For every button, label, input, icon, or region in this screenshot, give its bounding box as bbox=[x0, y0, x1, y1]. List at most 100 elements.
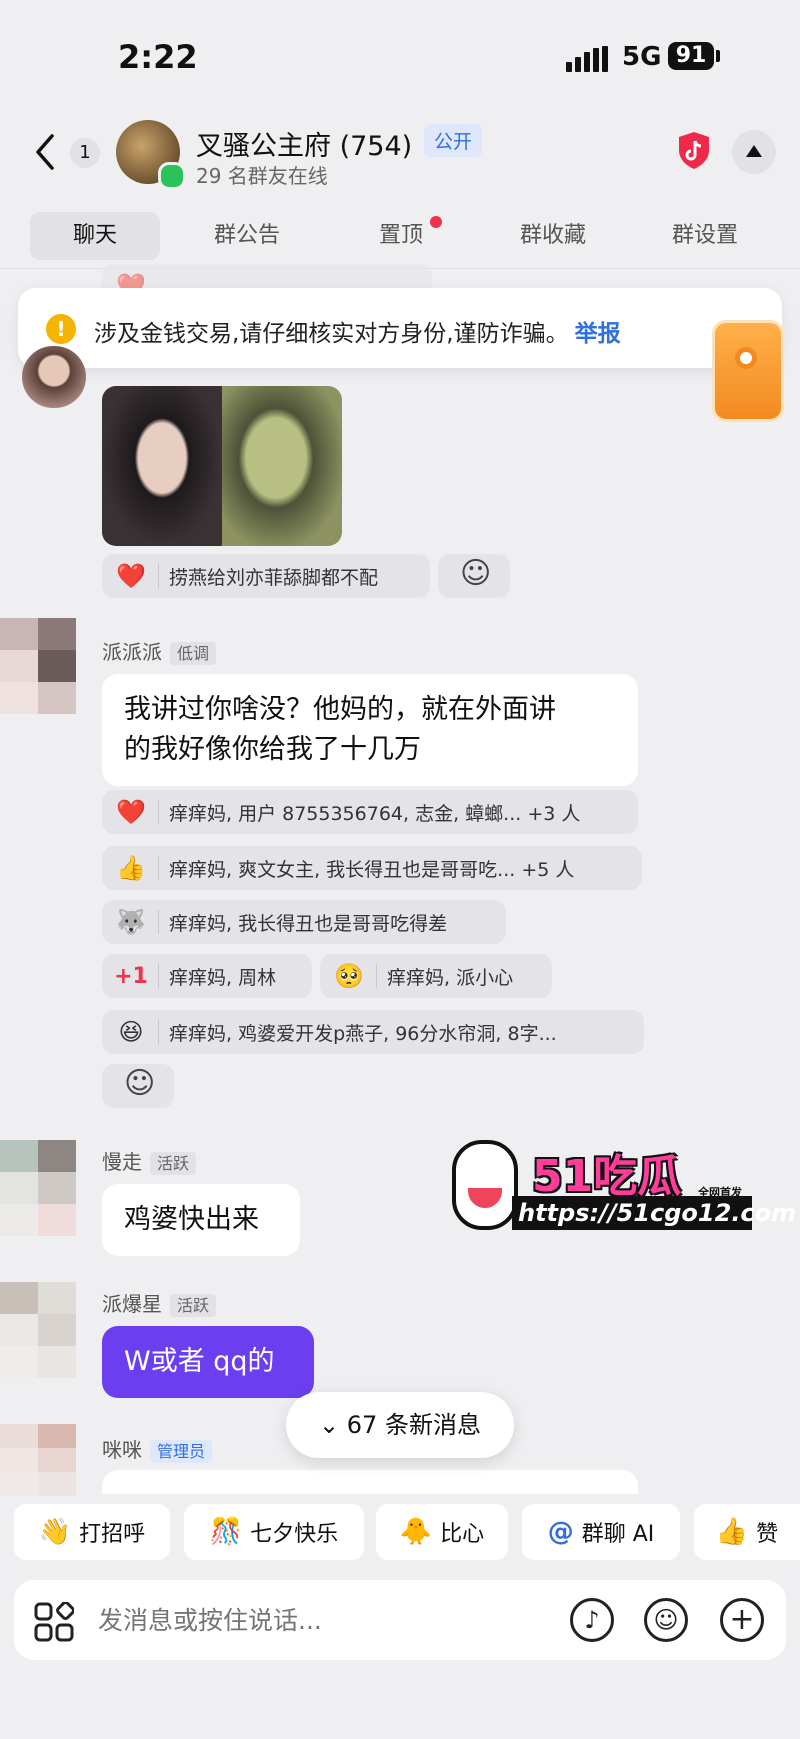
thumbs-up-icon: 👍 bbox=[116, 854, 146, 882]
add-reaction-button[interactable] bbox=[102, 1064, 174, 1108]
tab-settings[interactable]: 群设置 bbox=[640, 212, 770, 260]
chip-label: 七夕快乐 bbox=[250, 1522, 339, 1547]
new-messages-button[interactable]: ⌄ 67 条新消息 bbox=[286, 1392, 514, 1458]
message-line: 的我好像你给我了十几万 bbox=[124, 734, 421, 765]
role-tag: 低调 bbox=[170, 642, 217, 665]
reaction-users: 痒痒妈, 我长得丑也是哥哥吃得差 bbox=[169, 912, 448, 935]
reaction-users: 痒痒妈, 派小心 bbox=[387, 966, 514, 989]
reaction-laughing[interactable]: 😆 痒痒妈, 鸡婆爱开发p燕子, 96分水帘洞, 8字... bbox=[102, 1010, 644, 1054]
online-count: 29 名群友在线 bbox=[196, 164, 328, 188]
collapse-up-button[interactable] bbox=[732, 130, 776, 174]
reaction-users: 捞燕给刘亦菲舔脚都不配 bbox=[169, 566, 379, 589]
tiktok-shield-icon[interactable] bbox=[676, 130, 712, 170]
chick-icon: 🐥 bbox=[399, 1517, 433, 1547]
sender-name[interactable]: 慢走 bbox=[102, 1150, 142, 1174]
message-bubble[interactable]: W或者 qq的 bbox=[102, 1326, 314, 1398]
add-reaction-button[interactable] bbox=[438, 554, 510, 598]
message-line: 我讲过你啥没？他妈的，就在外面讲 bbox=[124, 694, 556, 725]
reaction-thumbs-up[interactable]: 👍 痒痒妈, 爽文女主, 我长得丑也是哥哥吃... +5 人 bbox=[102, 846, 642, 890]
reaction-users: 痒痒妈, 鸡婆爱开发p燕子, 96分水帘洞, 8字... bbox=[169, 1022, 557, 1045]
watermark-tag: 全网首发 bbox=[698, 1186, 742, 1199]
reaction-users: 痒痒妈, 爽文女主, 我长得丑也是哥哥吃... +5 人 bbox=[169, 858, 575, 881]
battery-tip bbox=[716, 50, 720, 62]
watermark: 51吃瓜 https://51cgo12.com 全网首发 bbox=[452, 1140, 796, 1250]
reaction-heart[interactable]: ❤️ 捞燕给刘亦菲舔脚都不配 bbox=[102, 554, 430, 598]
pleading-face-icon: 🥺 bbox=[334, 962, 364, 990]
reaction-pleading[interactable]: 🥺 痒痒妈, 派小心 bbox=[320, 954, 552, 998]
message-bubble-partial[interactable] bbox=[102, 1470, 638, 1494]
plus-one-icon: +1 bbox=[114, 963, 148, 989]
wolf-icon: 🐺 bbox=[116, 908, 146, 936]
warning-text: 涉及金钱交易,请仔细核实对方身份,谨防诈骗。 举报 bbox=[94, 321, 621, 347]
chip-label: 群聊 AI bbox=[581, 1522, 655, 1547]
chip-ai[interactable]: @ 群聊 AI bbox=[522, 1504, 680, 1560]
back-icon[interactable] bbox=[30, 132, 60, 172]
tab-chat[interactable]: 聊天 bbox=[30, 212, 160, 260]
chip-label: 打招呼 bbox=[79, 1522, 146, 1547]
sender-line: 派爆星 活跃 bbox=[102, 1288, 217, 1317]
door-icon[interactable] bbox=[712, 320, 784, 422]
tab-favorites[interactable]: 群收藏 bbox=[488, 212, 618, 260]
avatar-pixelated[interactable] bbox=[0, 1140, 76, 1236]
group-name[interactable]: 叉骚公主府 (754) bbox=[196, 124, 412, 163]
warning-icon: ! bbox=[46, 314, 76, 344]
pinned-notification-dot bbox=[430, 216, 442, 228]
sender-line: 慢走 活跃 bbox=[102, 1146, 197, 1175]
report-link[interactable]: 举报 bbox=[575, 321, 621, 347]
status-time: 2:22 bbox=[118, 38, 198, 76]
sender-name[interactable]: 派派派 bbox=[102, 640, 162, 664]
thumbs-up-icon: 👍 bbox=[715, 1517, 749, 1547]
fraud-warning-banner: ! 涉及金钱交易,请仔细核实对方身份,谨防诈骗。 举报 bbox=[18, 288, 782, 368]
sender-name[interactable]: 派爆星 bbox=[102, 1292, 162, 1316]
image-message[interactable] bbox=[102, 386, 342, 546]
network-type: 5G bbox=[622, 42, 662, 72]
reaction-plus-one[interactable]: +1 痒痒妈, 周林 bbox=[102, 954, 312, 998]
new-messages-label: 67 条新消息 bbox=[346, 1411, 481, 1439]
reaction-users: 痒痒妈, 周林 bbox=[169, 966, 277, 989]
chip-qixi[interactable]: 🎊 七夕快乐 bbox=[184, 1504, 364, 1560]
at-icon: @ bbox=[547, 1517, 574, 1547]
chip-heart[interactable]: 🐥 比心 bbox=[376, 1504, 508, 1560]
avatar-pixelated[interactable] bbox=[0, 1424, 76, 1496]
admin-tag: 管理员 bbox=[150, 1440, 213, 1463]
photo-right bbox=[222, 386, 342, 546]
sender-name[interactable]: 咪咪 bbox=[102, 1438, 142, 1462]
message-bubble[interactable]: 我讲过你啥没？他妈的，就在外面讲 的我好像你给我了十几万 bbox=[102, 674, 638, 786]
avatar-pixelated[interactable] bbox=[0, 1282, 76, 1378]
sender-line: 派派派 低调 bbox=[102, 636, 217, 665]
cow-mascot-icon bbox=[452, 1140, 518, 1230]
laughing-face-icon: 😆 bbox=[118, 1018, 144, 1046]
chip-greet[interactable]: 👋 打招呼 bbox=[14, 1504, 170, 1560]
reaction-users: 痒痒妈, 用户 8755356764, 志金, 蟑螂... +3 人 bbox=[169, 802, 581, 825]
watermark-logo: 51吃瓜 bbox=[532, 1151, 682, 1202]
message-input-bar: ♪ ☺ + bbox=[14, 1580, 786, 1662]
message-bubble[interactable]: 鸡婆快出来 bbox=[102, 1184, 300, 1256]
chip-label: 赞 bbox=[756, 1522, 779, 1547]
avatar-pixelated[interactable] bbox=[0, 618, 76, 714]
tab-announcement[interactable]: 群公告 bbox=[182, 212, 312, 260]
sender-line: 咪咪 管理员 bbox=[102, 1434, 213, 1463]
chip-like[interactable]: 👍 赞 bbox=[694, 1504, 800, 1560]
chip-label: 比心 bbox=[440, 1522, 485, 1547]
signal-icon bbox=[566, 46, 610, 72]
voice-icon[interactable]: ♪ bbox=[570, 1598, 614, 1642]
apps-icon[interactable] bbox=[34, 1602, 74, 1642]
reaction-wolf[interactable]: 🐺 痒痒妈, 我长得丑也是哥哥吃得差 bbox=[102, 900, 506, 944]
battery-icon: 91 bbox=[668, 42, 714, 70]
message-input[interactable] bbox=[96, 1580, 500, 1662]
wave-icon: 👋 bbox=[38, 1517, 72, 1547]
chevron-down-icon: ⌄ bbox=[319, 1411, 347, 1439]
plus-icon[interactable]: + bbox=[720, 1598, 764, 1642]
emoji-icon[interactable]: ☺ bbox=[644, 1598, 688, 1642]
unread-badge: 1 bbox=[70, 138, 100, 168]
heart-icon: ❤️ bbox=[116, 798, 146, 826]
reaction-heart[interactable]: ❤️ 痒痒妈, 用户 8755356764, 志金, 蟑螂... +3 人 bbox=[102, 790, 638, 834]
tab-pinned[interactable]: 置顶 bbox=[336, 212, 466, 260]
role-tag: 活跃 bbox=[170, 1294, 217, 1317]
role-tag: 活跃 bbox=[150, 1152, 197, 1175]
sender-avatar[interactable] bbox=[22, 346, 86, 408]
watermark-url: https://51cgo12.com bbox=[512, 1196, 796, 1230]
public-tag: 公开 bbox=[424, 124, 483, 157]
celebration-icon: 🎊 bbox=[209, 1517, 243, 1547]
photo-left bbox=[102, 386, 222, 546]
